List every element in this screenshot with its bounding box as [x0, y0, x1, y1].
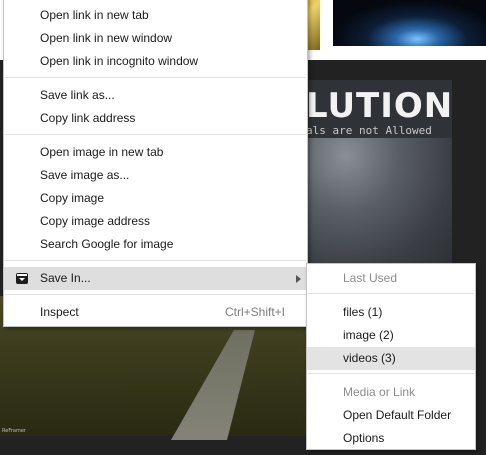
menu-item-label: Copy image [40, 191, 105, 205]
chevron-right-icon [296, 275, 301, 283]
menu-item-label: Open link in new window [40, 31, 173, 45]
menu-separator [308, 373, 474, 374]
submenu-item-files[interactable]: files (1) [307, 301, 475, 324]
menu-item-search-google-image[interactable]: Search Google for image [4, 233, 307, 256]
submenu-item-label: Options [343, 431, 385, 445]
save-in-icon [16, 273, 28, 284]
menu-item-label: Open image in new tab [40, 145, 164, 159]
thumbnail-image-fractal[interactable] [333, 0, 486, 46]
menu-item-label: Inspect [40, 305, 79, 319]
menu-item-inspect[interactable]: Inspect Ctrl+Shift+I [4, 301, 307, 324]
save-in-submenu: Last Used files (1) image (2) videos (3)… [306, 263, 476, 450]
menu-item-label: Search Google for image [40, 237, 174, 251]
submenu-item-label: videos (3) [343, 351, 396, 365]
shortcut-label: Ctrl+Shift+I [224, 305, 285, 319]
submenu-item-label: Open Default Folder [343, 408, 452, 422]
menu-item-label: Open link in new tab [40, 8, 149, 22]
menu-item-copy-image-address[interactable]: Copy image address [4, 210, 307, 233]
menu-item-save-in[interactable]: Save In... [4, 267, 307, 290]
menu-item-label: Save image as... [40, 168, 130, 182]
poster-subtitle: als are not Allowed [306, 124, 432, 137]
submenu-header-media-or-link: Media or Link [307, 381, 475, 404]
menu-item-copy-image[interactable]: Copy image [4, 187, 307, 210]
context-menu: Open link in new tab Open link in new wi… [3, 0, 308, 327]
submenu-header-label: Last Used [343, 271, 398, 285]
submenu-item-label: files (1) [343, 305, 383, 319]
menu-item-label: Save In... [40, 271, 91, 285]
menu-item-label: Open link in incognito window [40, 54, 199, 68]
menu-separator [5, 294, 306, 295]
submenu-header-label: Media or Link [343, 385, 416, 399]
poster-title: LUTION [306, 86, 454, 126]
photo-caption: ReFramer [2, 428, 26, 434]
submenu-header-last-used: Last Used [307, 267, 475, 290]
menu-item-save-link-as[interactable]: Save link as... [4, 84, 307, 107]
submenu-item-videos[interactable]: videos (3) [307, 347, 475, 370]
menu-item-open-link-new-tab[interactable]: Open link in new tab [4, 4, 307, 27]
submenu-item-options[interactable]: Options [307, 427, 475, 450]
menu-separator [5, 134, 306, 135]
menu-item-open-image-new-tab[interactable]: Open image in new tab [4, 141, 307, 164]
menu-item-copy-link-address[interactable]: Copy link address [4, 107, 307, 130]
submenu-item-label: image (2) [343, 328, 394, 342]
menu-item-label: Copy link address [40, 111, 136, 125]
menu-separator [5, 77, 306, 78]
menu-item-label: Copy image address [40, 214, 151, 228]
menu-item-save-image-as[interactable]: Save image as... [4, 164, 307, 187]
menu-item-open-link-new-window[interactable]: Open link in new window [4, 27, 307, 50]
submenu-item-image[interactable]: image (2) [307, 324, 475, 347]
menu-item-open-link-incognito[interactable]: Open link in incognito window [4, 50, 307, 73]
menu-separator [308, 293, 474, 294]
menu-item-label: Save link as... [40, 88, 115, 102]
menu-separator [5, 260, 306, 261]
submenu-item-open-default-folder[interactable]: Open Default Folder [307, 404, 475, 427]
